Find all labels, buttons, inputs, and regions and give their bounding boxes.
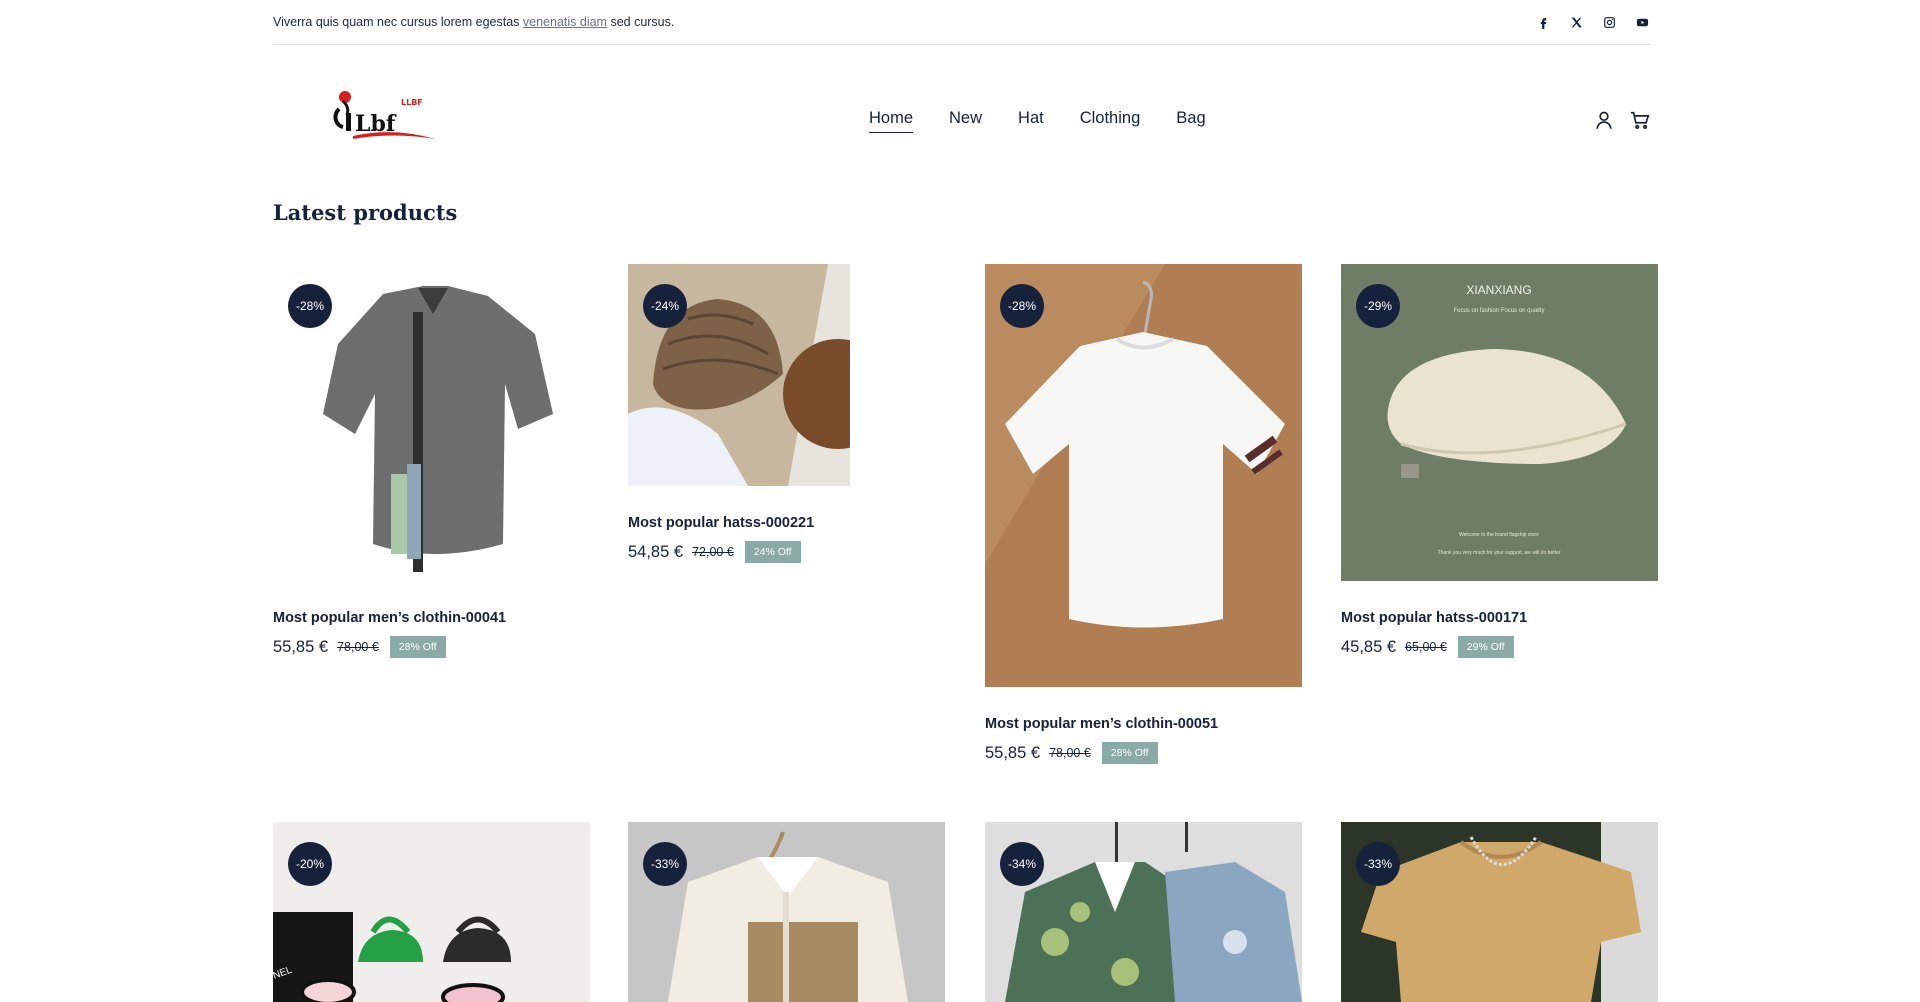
product-image[interactable]: -33% — [1341, 822, 1658, 1002]
product-card[interactable]: -24% Most popular hatss-000221 54,85 € 7… — [628, 264, 850, 563]
product-image[interactable]: -24% — [628, 264, 850, 486]
product-card[interactable]: -28% Most popular men’s clothin-00041 55… — [273, 264, 590, 658]
discount-badge: -33% — [643, 842, 687, 886]
account-icon[interactable] — [1593, 109, 1615, 131]
product-card[interactable]: -33% — [1341, 822, 1658, 1002]
image-heading: XIANXIANG — [1466, 283, 1531, 297]
product-price: 55,85 € 78,00 € 28% Off — [273, 636, 590, 658]
product-card[interactable]: -33% — [628, 822, 945, 1002]
product-image[interactable]: -28% — [985, 264, 1302, 687]
product-card[interactable]: -28% Most popular men’s clothin-00051 55… — [985, 264, 1302, 764]
brand-logo-sup: LLBF — [401, 98, 423, 107]
main-nav: Home New Hat Clothing Bag — [869, 109, 1242, 133]
off-label: 29% Off — [1457, 636, 1514, 658]
current-price: 55,85 € — [273, 637, 329, 656]
current-price: 54,85 € — [628, 542, 684, 561]
section-title: Latest products — [273, 200, 458, 225]
product-title[interactable]: Most popular hatss-000221 — [628, 515, 850, 531]
brand-logo[interactable]: Lbf LLBF — [323, 87, 438, 143]
x-icon[interactable] — [1570, 16, 1583, 29]
social-links — [1537, 16, 1649, 29]
product-price: 45,85 € 65,00 € 29% Off — [1341, 636, 1658, 658]
discount-badge: -24% — [643, 284, 687, 328]
discount-badge: -28% — [288, 284, 332, 328]
product-card[interactable]: XIANXIANG Focus on fashion Focus on qual… — [1341, 264, 1658, 658]
product-image[interactable]: -28% — [273, 264, 590, 581]
announcement-text: Viverra quis quam nec cursus lorem egest… — [273, 15, 674, 29]
header-actions — [1593, 109, 1651, 131]
image-footer-line2: Thank you very much for your support, we… — [1438, 550, 1561, 556]
discount-badge: -28% — [1000, 284, 1044, 328]
announcement-bar: Viverra quis quam nec cursus lorem egest… — [273, 0, 1651, 45]
original-price: 72,00 € — [692, 545, 734, 559]
instagram-icon[interactable] — [1603, 16, 1616, 29]
product-image[interactable]: NEL -20% — [273, 822, 590, 1002]
off-label: 24% Off — [744, 541, 801, 563]
image-footer-line1: Welcome to the brand flagship store — [1459, 532, 1539, 538]
announcement-link[interactable]: venenatis diam — [523, 15, 607, 29]
off-label: 28% Off — [1101, 742, 1158, 764]
discount-badge: -29% — [1356, 284, 1400, 328]
original-price: 65,00 € — [1405, 640, 1447, 654]
image-subheading: Focus on fashion Focus on quality — [1453, 308, 1544, 314]
site-header: Lbf LLBF Home New Hat Clothing Bag — [273, 45, 1651, 195]
discount-badge: -20% — [288, 842, 332, 886]
announcement-text-start: Viverra quis quam nec cursus lorem egest… — [273, 15, 523, 29]
discount-badge: -33% — [1356, 842, 1400, 886]
facebook-icon[interactable] — [1537, 16, 1550, 29]
product-image[interactable]: -33% — [628, 822, 945, 1002]
discount-badge: -34% — [1000, 842, 1044, 886]
nav-clothing[interactable]: Clothing — [1080, 109, 1141, 133]
product-price: 55,85 € 78,00 € 28% Off — [985, 742, 1302, 764]
off-label: 28% Off — [389, 636, 446, 658]
product-image[interactable]: XIANXIANG Focus on fashion Focus on qual… — [1341, 264, 1658, 581]
product-card[interactable]: -34% — [985, 822, 1302, 1002]
youtube-icon[interactable] — [1636, 16, 1649, 29]
current-price: 55,85 € — [985, 743, 1041, 762]
nav-bag[interactable]: Bag — [1176, 109, 1205, 133]
original-price: 78,00 € — [337, 640, 379, 654]
nav-new[interactable]: New — [949, 109, 982, 133]
announcement-text-end: sed cursus. — [606, 15, 675, 29]
product-title[interactable]: Most popular men’s clothin-00041 — [273, 610, 590, 626]
product-card[interactable]: NEL -20% — [273, 822, 590, 1002]
product-title[interactable]: Most popular men’s clothin-00051 — [985, 716, 1302, 732]
product-price: 54,85 € 72,00 € 24% Off — [628, 541, 850, 563]
nav-home[interactable]: Home — [869, 109, 914, 133]
product-title[interactable]: Most popular hatss-000171 — [1341, 610, 1658, 626]
original-price: 78,00 € — [1049, 746, 1091, 760]
product-image[interactable]: -34% — [985, 822, 1302, 1002]
current-price: 45,85 € — [1341, 637, 1397, 656]
cart-icon[interactable] — [1629, 109, 1651, 131]
nav-hat[interactable]: Hat — [1018, 109, 1044, 133]
